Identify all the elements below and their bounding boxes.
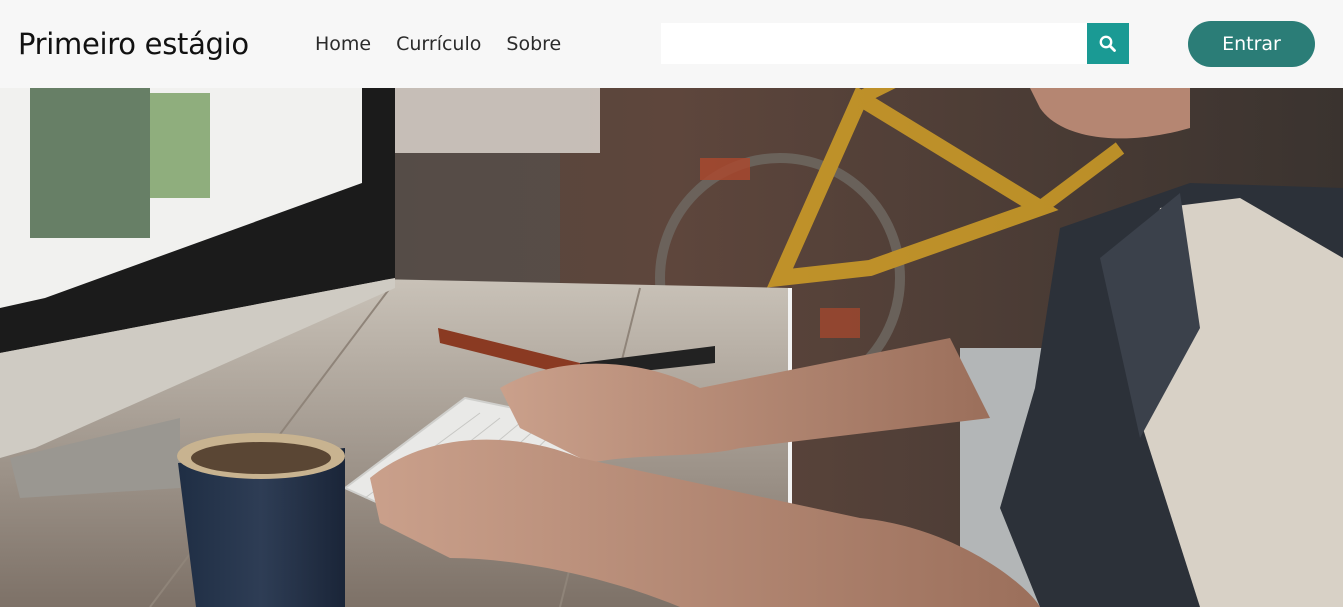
main-nav: Home Currículo Sobre [315, 30, 586, 58]
coffee-mug [177, 433, 345, 607]
nav-link-home[interactable]: Home [315, 30, 371, 58]
site-brand[interactable]: Primeiro estágio [18, 24, 249, 64]
top-navbar: Primeiro estágio Home Currículo Sobre En… [0, 0, 1343, 88]
search-button[interactable] [1087, 23, 1129, 64]
search-icon [1099, 35, 1116, 52]
nav-link-curriculo[interactable]: Currículo [396, 30, 481, 58]
hero-banner [0, 88, 1343, 607]
hero-photo [0, 88, 1343, 607]
background-shelf [360, 88, 600, 153]
nav-link-sobre[interactable]: Sobre [506, 30, 561, 58]
search-bar [661, 23, 1129, 64]
login-button[interactable]: Entrar [1188, 21, 1315, 67]
search-input[interactable] [661, 23, 1087, 64]
